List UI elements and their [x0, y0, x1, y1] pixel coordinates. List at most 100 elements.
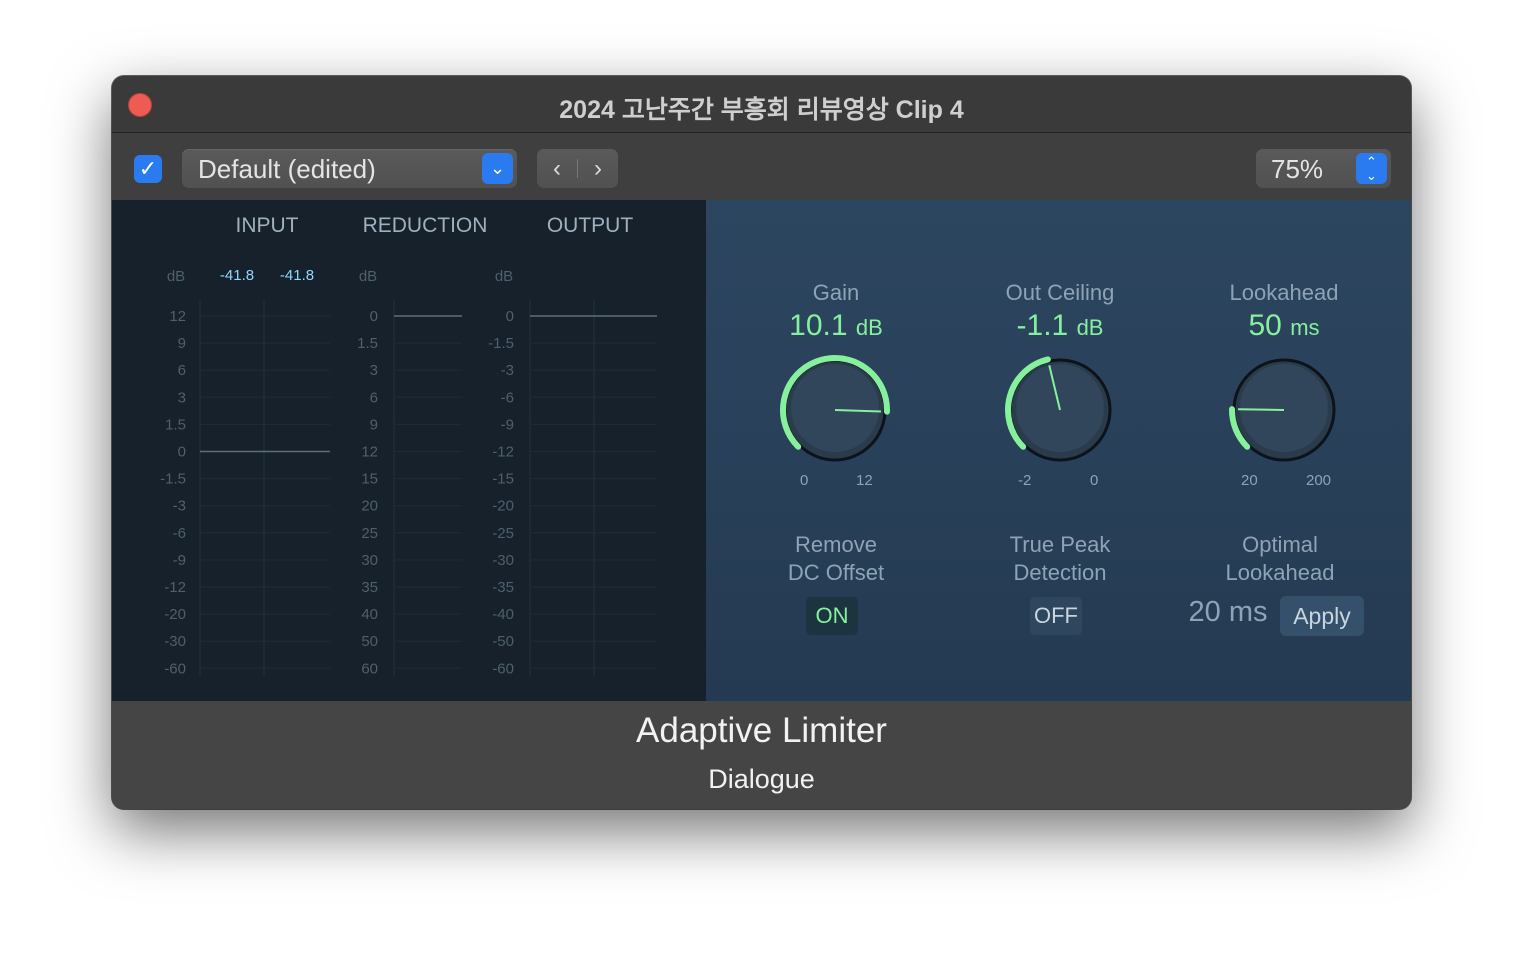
input-tick-label: -1.5	[160, 471, 186, 488]
meter-header: OUTPUT	[547, 214, 634, 237]
reduction-tick-label: 12	[361, 444, 378, 461]
checkmark-icon: ✓	[138, 156, 158, 181]
gain-value: 10.1 dB	[789, 309, 883, 342]
output-tick-label: -20	[492, 498, 514, 515]
lookahead-min-label: 20	[1241, 472, 1258, 489]
out-ceiling-label: Out Ceiling	[1005, 280, 1115, 305]
preset-label: Default (edited)	[198, 154, 376, 184]
lookahead-value: 50 ms	[1248, 309, 1320, 342]
remove-dc-label-line2: DC Offset	[787, 560, 885, 585]
zoom-select[interactable]: 75% ⌃ ⌄	[1256, 149, 1391, 188]
chevron-right-icon: ›	[594, 155, 602, 182]
plugin-name: Adaptive Limiter	[636, 711, 887, 750]
input-tick-label: -3	[173, 498, 186, 515]
input-tick-label: -60	[164, 660, 186, 677]
output-tick-label: -50	[492, 633, 514, 650]
input-tick-label: 6	[178, 362, 186, 379]
output-tick-label: -1.5	[488, 335, 514, 352]
output-tick-label: -12	[492, 444, 514, 461]
optimal-lookahead-label-line2: Lookahead	[1225, 560, 1335, 585]
window-title: 2024 고난주간 부흥회 리뷰영상 Clip 4	[559, 96, 964, 124]
input-tick-label: -30	[164, 633, 186, 650]
knob-face	[791, 364, 879, 452]
reduction-tick-label: 3	[370, 362, 378, 379]
title-bar[interactable]: 2024 고난주간 부흥회 리뷰영상 Clip 4	[112, 76, 1411, 133]
reduction-tick-label: 25	[361, 525, 378, 542]
reduction-tick-label: 0	[370, 308, 378, 325]
chevron-left-icon: ‹	[553, 155, 561, 182]
db-unit-label: dB	[167, 268, 185, 285]
meter-graphic: INPUT REDUCTION OUTPUT dB dB dB -41.8 -41.8 12 9 6…	[160, 214, 657, 677]
meter-header: REDUCTION	[363, 214, 488, 237]
controls-panel: Gain 10.1 dB 0 12 Out Ceiling -1.1 dB -2…	[706, 200, 1411, 701]
reduction-tick-label: 9	[370, 416, 378, 433]
meter-header: INPUT	[236, 214, 299, 237]
up-down-chevron-icon: ⌃ ⌄	[1356, 153, 1387, 184]
zoom-label: 75%	[1271, 154, 1324, 184]
knob-pointer	[1237, 408, 1285, 411]
input-peak-left: -41.8	[220, 267, 254, 284]
preset-navigation: ‹ ›	[537, 149, 618, 188]
output-tick-label: -6	[501, 389, 514, 406]
out-ceiling-knob[interactable]	[1000, 350, 1120, 470]
reduction-tick-label: 6	[370, 389, 378, 406]
input-peak-right: -41.8	[280, 267, 314, 284]
lookahead-max-label: 200	[1306, 472, 1332, 489]
output-tick-label: -30	[492, 552, 514, 569]
reduction-tick-label: 60	[361, 660, 378, 677]
plugin-window: 2024 고난주간 부흥회 리뷰영상 Clip 4 ✓ Default (edi…	[112, 76, 1411, 809]
output-tick-label: -60	[492, 660, 514, 677]
output-tick-label: -25	[492, 525, 514, 542]
input-tick-label: 3	[178, 389, 186, 406]
input-tick-label: 1.5	[165, 416, 186, 433]
true-peak-label-line1: True Peak	[1009, 532, 1111, 557]
output-tick-label: -9	[501, 416, 514, 433]
out-ceiling-min-label: -2	[1018, 472, 1032, 489]
input-tick-label: -9	[173, 552, 186, 569]
chevron-down-icon: ⌄	[482, 153, 513, 184]
db-unit-label: dB	[495, 268, 513, 285]
next-preset-button[interactable]: ›	[578, 149, 618, 188]
output-tick-label: -15	[492, 471, 514, 488]
knob-face	[1240, 364, 1328, 452]
input-tick-label: -12	[164, 579, 186, 596]
reduction-tick-label: 35	[361, 579, 378, 596]
output-tick-label: -40	[492, 606, 514, 623]
reduction-tick-label: 50	[361, 633, 378, 650]
gain-knob[interactable]	[775, 350, 895, 470]
apply-button[interactable]: Apply	[1280, 596, 1364, 636]
reduction-tick-label: 1.5	[357, 335, 378, 352]
remove-dc-label-line1: Remove	[795, 532, 877, 557]
reduction-tick-label: 30	[361, 552, 378, 569]
lookahead-knob[interactable]	[1224, 350, 1344, 470]
optimal-lookahead-label-line1: Optimal	[1242, 532, 1318, 557]
true-peak-label-line2: Detection	[1013, 560, 1107, 585]
out-ceiling-value: -1.1 dB	[1016, 309, 1104, 342]
gain-max-label: 12	[856, 472, 873, 489]
plugin-subtitle: Dialogue	[708, 764, 815, 794]
input-tick-label: 0	[178, 444, 186, 461]
true-peak-toggle[interactable]: OFF	[1030, 597, 1082, 635]
plugin-toolbar: ✓ Default (edited) ⌄ ‹ › 75% ⌃ ⌄	[112, 133, 1411, 200]
plugin-footer: Adaptive Limiter Dialogue	[112, 701, 1411, 809]
input-tick-label: 9	[178, 335, 186, 352]
preset-dropdown[interactable]: Default (edited) ⌄	[182, 149, 517, 188]
output-tick-label: 0	[506, 308, 514, 325]
input-tick-label: -20	[164, 606, 186, 623]
gain-min-label: 0	[800, 472, 809, 489]
output-tick-label: -3	[501, 362, 514, 379]
reduction-tick-label: 20	[361, 498, 378, 515]
output-tick-label: -35	[492, 579, 514, 596]
reduction-tick-label: 15	[361, 471, 378, 488]
db-unit-label: dB	[359, 268, 377, 285]
remove-dc-toggle[interactable]: ON	[806, 597, 858, 635]
plugin-enable-checkbox[interactable]: ✓	[134, 155, 162, 183]
meter-panel: INPUT REDUCTION OUTPUT dB dB dB -41.8 -41.8 12 9 6…	[112, 200, 706, 701]
lookahead-label: Lookahead	[1229, 280, 1339, 305]
optimal-lookahead-value: 20 ms	[1188, 596, 1268, 628]
reduction-tick-label: 40	[361, 606, 378, 623]
gain-label: Gain	[812, 280, 860, 305]
previous-preset-button[interactable]: ‹	[537, 149, 577, 188]
input-tick-label: 12	[169, 308, 186, 325]
out-ceiling-max-label: 0	[1090, 472, 1099, 489]
